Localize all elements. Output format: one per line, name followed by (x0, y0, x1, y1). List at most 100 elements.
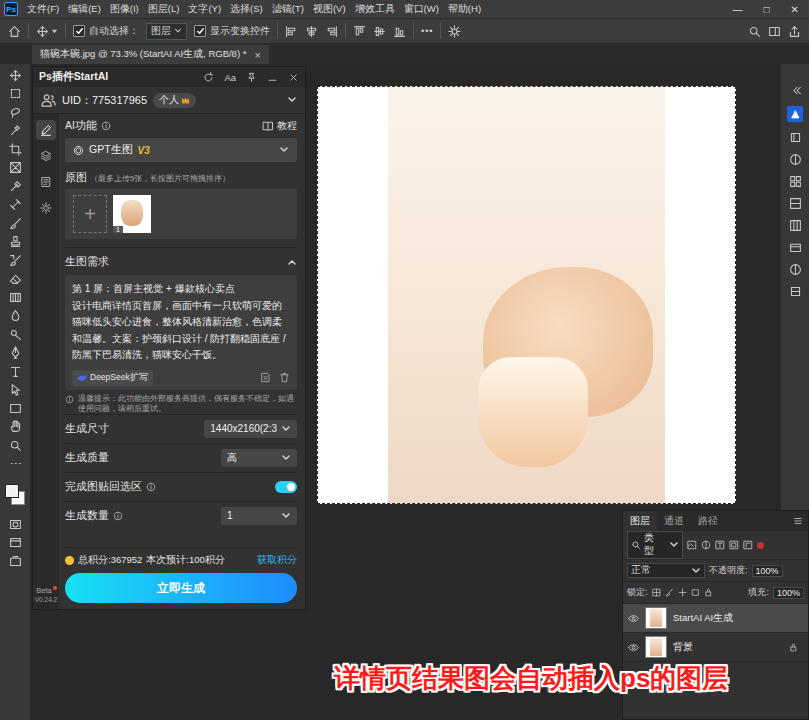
tool-button[interactable] (0, 288, 30, 307)
gradients-icon[interactable] (789, 197, 802, 210)
startai-logo-icon[interactable] (787, 106, 803, 122)
menu-item[interactable]: 图像(I) (110, 3, 139, 16)
patterns-icon[interactable] (789, 219, 802, 232)
caret-icon[interactable] (51, 28, 58, 35)
nav-button[interactable] (36, 120, 56, 140)
properties-icon[interactable] (789, 263, 802, 276)
deepseek-expand-button[interactable]: DeepSeek扩写 (72, 370, 153, 386)
tool-button[interactable] (0, 307, 30, 326)
menu-item[interactable]: 窗口(W) (404, 3, 439, 16)
plugin-header[interactable]: Ps插件StartAIAa (33, 67, 305, 87)
tool-button[interactable] (0, 325, 30, 344)
auto-select-target-select[interactable]: 图层 (146, 23, 187, 40)
source-image-thumbnail[interactable]: 1 (113, 195, 151, 233)
trash-icon[interactable] (279, 372, 290, 383)
panel-tab[interactable]: 图层 (623, 511, 657, 531)
share-icon[interactable] (788, 25, 801, 38)
shape-filter-icon[interactable] (729, 540, 739, 550)
lock-artboard-icon[interactable] (691, 588, 700, 597)
font-size-button[interactable]: Aa (224, 72, 236, 83)
menu-item[interactable]: 图层(L) (148, 3, 180, 16)
menu-item[interactable]: 编辑(E) (68, 3, 101, 16)
lock-all-icon[interactable] (704, 588, 713, 597)
tool-button[interactable] (0, 418, 30, 437)
get-points-link[interactable]: 获取积分 (257, 554, 297, 567)
home-icon[interactable] (8, 25, 21, 38)
tool-button[interactable] (0, 196, 30, 215)
pixel-filter-icon[interactable] (687, 540, 697, 550)
tool-button[interactable] (0, 552, 30, 571)
adjustments-icon[interactable] (789, 153, 802, 166)
info-icon[interactable] (113, 511, 123, 521)
window-control[interactable]: — (727, 4, 749, 15)
align-left-icon[interactable] (285, 25, 298, 38)
chevron-down-icon[interactable] (287, 95, 297, 105)
menu-item[interactable]: 文件(F) (27, 3, 59, 16)
ai-model-select[interactable]: GPT生图V3 (65, 138, 297, 162)
filter-toggle[interactable] (757, 542, 764, 549)
setting-toggle[interactable] (275, 481, 297, 493)
panel-tab[interactable]: 路径 (691, 511, 725, 531)
window-control[interactable]: ✕ (785, 4, 805, 15)
tool-button[interactable] (0, 159, 30, 178)
fill-field[interactable]: 100% (773, 587, 804, 599)
menu-item[interactable]: 视图(V) (313, 3, 346, 16)
prompt-textarea[interactable]: 第 1 屏：首屏主视觉 + 爆款核心卖点 设计电商详情页首屏，画面中有一只软萌可… (65, 275, 297, 390)
menu-item[interactable]: 滤镜(T) (272, 3, 304, 16)
tool-button[interactable] (0, 66, 30, 85)
photoshop-logo[interactable]: Ps (4, 2, 18, 16)
tool-button[interactable] (0, 436, 30, 455)
foreground-color-swatch[interactable] (5, 484, 19, 498)
workspace-icon[interactable] (768, 25, 781, 38)
info-icon[interactable] (101, 121, 111, 131)
align-middle-icon[interactable] (373, 25, 386, 38)
panel-menu-icon[interactable] (793, 516, 803, 526)
align-top-icon[interactable] (353, 25, 366, 38)
info-icon[interactable] (146, 482, 156, 492)
tool-button[interactable] (0, 233, 30, 252)
tool-button[interactable] (0, 270, 30, 289)
layer-row[interactable]: 背景 (623, 633, 808, 662)
close-tab-button[interactable]: × (254, 49, 260, 61)
refresh-icon[interactable] (203, 72, 214, 83)
tool-button[interactable] (0, 251, 30, 270)
tool-button[interactable] (0, 85, 30, 104)
align-bottom-icon[interactable] (393, 25, 406, 38)
type-filter-icon[interactable] (715, 540, 725, 550)
layer-row[interactable]: StartAI AI生成 (623, 604, 808, 633)
tutorial-link[interactable]: 教程 (262, 119, 297, 133)
tool-button[interactable] (0, 122, 30, 141)
tool-button[interactable] (0, 399, 30, 418)
menu-item[interactable]: 选择(S) (230, 3, 263, 16)
document-canvas[interactable] (317, 86, 736, 504)
tool-button[interactable] (0, 362, 30, 381)
pin-icon[interactable] (246, 72, 257, 83)
visibility-toggle[interactable] (627, 612, 639, 624)
minimize-icon[interactable] (267, 72, 278, 83)
menu-item[interactable]: 增效工具 (355, 3, 395, 16)
setting-select[interactable]: 1 (221, 507, 297, 525)
brushes-icon[interactable] (789, 285, 802, 298)
align-center-icon[interactable] (305, 25, 318, 38)
tool-button[interactable] (0, 381, 30, 400)
setting-select[interactable]: 1440x2160(2:3 (204, 420, 297, 438)
prompt-section-header[interactable]: 生图需求 (65, 247, 297, 272)
history-icon[interactable] (260, 372, 271, 383)
nav-button[interactable] (36, 172, 56, 192)
menu-item[interactable]: 文字(Y) (188, 3, 221, 16)
smart-object-filter-icon[interactable] (743, 540, 753, 550)
tool-button[interactable] (0, 177, 30, 196)
color-swatches[interactable] (2, 481, 28, 509)
search-icon[interactable] (748, 25, 761, 38)
tool-button[interactable] (0, 515, 30, 534)
collapse-panels-icon[interactable] (789, 84, 802, 97)
gear-icon[interactable] (448, 25, 461, 38)
tool-button[interactable] (0, 103, 30, 122)
lock-pixels-icon[interactable] (652, 588, 661, 597)
adjustment-filter-icon[interactable] (701, 540, 711, 550)
nav-button[interactable] (36, 198, 56, 218)
document-tab[interactable]: 猫碗本碗.jpg @ 73.3% (StartAI AI生成, RGB/8) *… (32, 45, 269, 64)
close-icon[interactable] (288, 72, 299, 83)
add-image-button[interactable]: + (73, 195, 107, 233)
align-right-icon[interactable] (325, 25, 338, 38)
